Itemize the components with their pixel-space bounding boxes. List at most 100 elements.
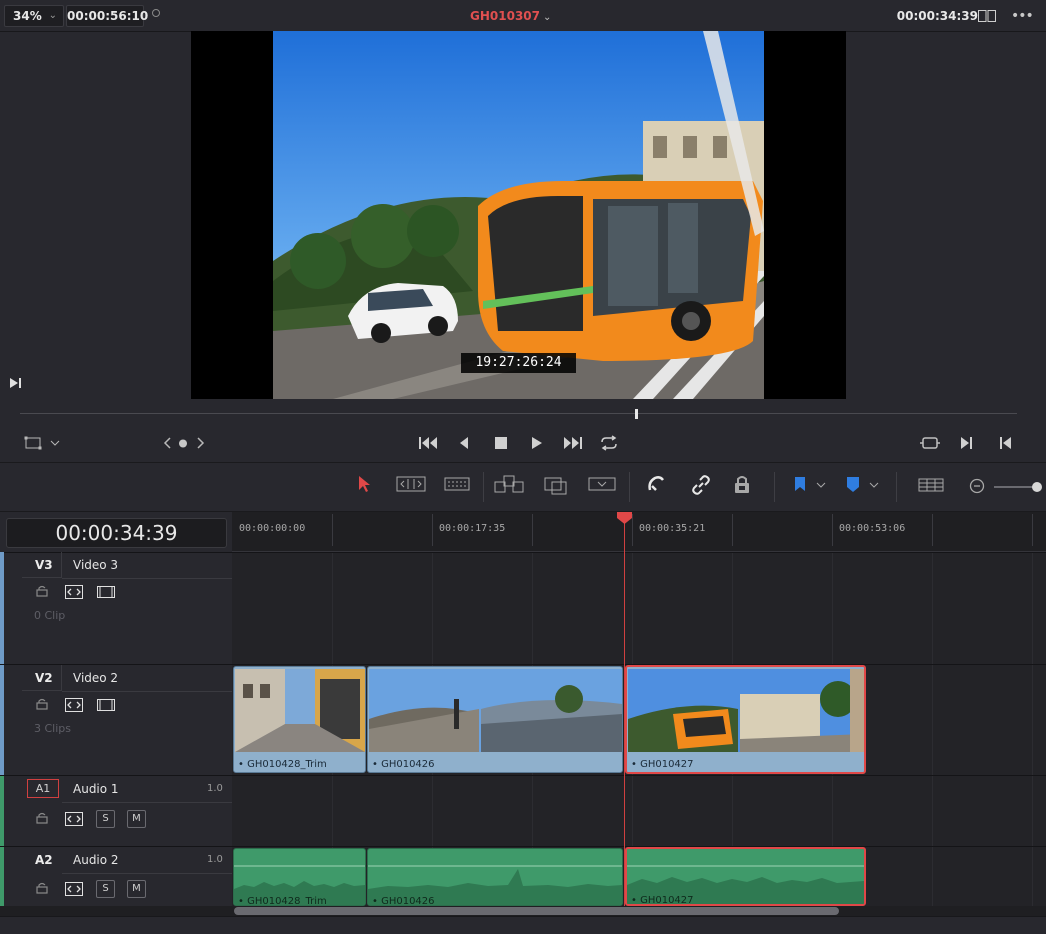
chevron-down-icon: ⌄ — [48, 10, 57, 21]
clip-thumbnail — [235, 669, 365, 752]
audio-clip-selected[interactable]: • GH010427 — [625, 847, 866, 906]
lock-icon[interactable] — [35, 811, 49, 828]
step-back-icon[interactable] — [457, 435, 471, 451]
zoom-value: 34% — [13, 9, 42, 23]
audio-clip[interactable]: • GH010428_Trim — [233, 848, 366, 906]
ruler-tick — [532, 514, 533, 546]
play-icon[interactable] — [530, 435, 544, 451]
track-clip-count-v2: 3 Clips — [34, 722, 72, 735]
mark-in-icon[interactable] — [960, 435, 974, 451]
track-id-a1[interactable]: A1 — [27, 779, 59, 798]
stop-icon[interactable] — [494, 435, 508, 451]
linked-selection-icon[interactable] — [690, 474, 712, 499]
track-id-v3[interactable]: V3 — [22, 552, 62, 578]
lock-icon[interactable] — [35, 697, 49, 714]
mark-out-icon[interactable] — [998, 435, 1012, 451]
video-frame — [273, 31, 764, 399]
track-color-stripe — [0, 847, 4, 906]
clip-label: • GH010428_Trim — [238, 896, 327, 906]
insert-clip-icon[interactable] — [494, 474, 524, 499]
more-options-icon[interactable]: ••• — [1011, 8, 1034, 24]
flag-icon[interactable] — [792, 474, 828, 499]
toolbar-separator — [629, 472, 630, 502]
timeline-timecode: 00:00:34:39 — [6, 518, 227, 548]
ruler-tick — [832, 514, 833, 546]
track-id-a2[interactable]: A2 — [22, 847, 62, 873]
prev-edit-icon[interactable] — [162, 435, 174, 451]
snapping-icon[interactable] — [646, 474, 666, 499]
zoom-slider-handle[interactable] — [1032, 482, 1042, 492]
playhead-marker-icon[interactable] — [617, 512, 632, 528]
blade-tool-icon[interactable] — [444, 474, 470, 497]
ruler-tick — [332, 514, 333, 546]
go-to-start-icon[interactable] — [418, 435, 440, 451]
gridline — [1032, 552, 1033, 906]
solo-button-a2[interactable]: S — [96, 880, 115, 898]
go-to-end-icon[interactable] — [562, 435, 584, 451]
lock-icon[interactable] — [35, 881, 49, 898]
auto-select-icon[interactable] — [65, 698, 83, 715]
next-edit-icon[interactable] — [194, 435, 206, 451]
zoom-dropdown[interactable]: 34% ⌄ — [4, 5, 64, 27]
toolbar-separator — [896, 472, 897, 502]
dual-viewer-icon[interactable] — [978, 10, 996, 22]
video-clip[interactable]: • GH010428_Trim — [233, 666, 366, 773]
timeline-horizontal-scrollbar[interactable] — [234, 907, 839, 915]
replace-clip-icon[interactable] — [588, 474, 616, 499]
auto-select-icon[interactable] — [65, 585, 83, 602]
clip-thumbnail — [369, 669, 622, 752]
page-tabs-bar — [0, 916, 1046, 934]
mute-button-a2[interactable]: M — [127, 880, 146, 898]
dot-icon[interactable] — [177, 435, 189, 451]
overwrite-clip-icon[interactable] — [544, 474, 568, 499]
gridline — [932, 552, 933, 906]
track-name-v2[interactable]: Video 2 — [73, 671, 118, 685]
toolbar-separator — [483, 472, 484, 502]
scrubber-playhead[interactable] — [635, 409, 638, 419]
go-to-last-frame-icon[interactable] — [9, 377, 23, 392]
clip-label: • GH010427 — [631, 895, 694, 906]
track-volume-a1: 1.0 — [207, 783, 223, 794]
position-lock-icon[interactable] — [733, 474, 751, 499]
track-visibility-icon[interactable] — [97, 586, 115, 601]
track-name-a1[interactable]: Audio 1 — [73, 782, 119, 796]
match-frame-icon[interactable] — [919, 435, 941, 451]
video-clip-selected[interactable]: • GH010427 — [625, 665, 866, 774]
audio-clip[interactable]: • GH010426 — [367, 848, 623, 906]
source-timecode: 00:00:56:10 — [66, 5, 148, 27]
video-clip[interactable]: • GH010426 — [367, 666, 623, 773]
ruler-tick — [432, 514, 433, 546]
clip-name: GH010426 — [381, 896, 435, 906]
track-id-v2[interactable]: V2 — [22, 665, 62, 691]
track-separator — [0, 846, 1046, 847]
track-visibility-icon[interactable] — [97, 699, 115, 714]
clip-name: GH010426 — [381, 759, 435, 770]
track-name-v3[interactable]: Video 3 — [73, 558, 118, 572]
clip-label: • GH010426 — [372, 896, 435, 906]
track-separator — [0, 552, 1046, 553]
solo-button-a1[interactable]: S — [96, 810, 115, 828]
clip-title-dropdown[interactable]: GH010307 ⌄ — [470, 9, 580, 23]
track-name-a2[interactable]: Audio 2 — [73, 853, 119, 867]
auto-select-icon[interactable] — [65, 812, 83, 829]
viewer-scrubber[interactable] — [20, 413, 1017, 414]
selection-tool-icon[interactable] — [357, 474, 371, 497]
marker-icon[interactable] — [845, 474, 881, 499]
lock-icon[interactable] — [35, 584, 49, 601]
loop-icon[interactable] — [599, 435, 619, 451]
mute-button-a1[interactable]: M — [127, 810, 146, 828]
timeline-playhead[interactable] — [624, 518, 625, 906]
trim-tool-icon[interactable] — [396, 474, 426, 497]
clip-name: GH010427 — [640, 759, 694, 770]
clip-label: • GH010428_Trim — [238, 759, 327, 770]
ruler-label: 00:00:35:21 — [639, 523, 706, 534]
clip-name: GH010428_Trim — [247, 759, 327, 770]
ruler-tick — [932, 514, 933, 546]
auto-select-icon[interactable] — [65, 882, 83, 899]
dot-icon[interactable] — [152, 9, 160, 17]
ruler-label: 00:00:53:06 — [839, 523, 906, 534]
crop-icon[interactable] — [24, 435, 60, 451]
clip-thumbnail — [628, 669, 864, 752]
zoom-out-icon[interactable] — [968, 474, 986, 499]
timeline-view-icon[interactable] — [917, 474, 945, 499]
